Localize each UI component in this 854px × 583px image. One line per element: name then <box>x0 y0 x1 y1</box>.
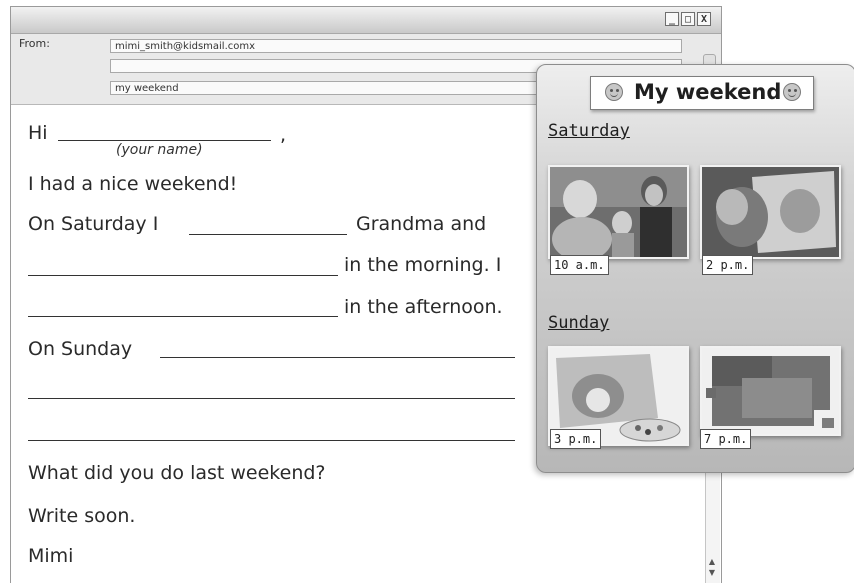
afternoon-suffix: in the afternoon. <box>344 296 503 318</box>
title-bar: _ □ X <box>11 7 721 34</box>
puzzle-photo-icon <box>702 348 839 434</box>
greeting-comma: , <box>280 124 287 146</box>
maximize-button[interactable]: □ <box>681 12 695 26</box>
from-label: From: <box>19 37 50 50</box>
photo-time-tag: 2 p.m. <box>702 255 754 275</box>
afternoon-blank[interactable] <box>28 316 338 317</box>
scroll-down-arrow[interactable]: ▼ <box>706 568 718 578</box>
question-line: What did you do last weekend? <box>28 462 326 484</box>
photo-time-tag: 7 p.m. <box>700 429 752 449</box>
morning-blank[interactable] <box>28 275 338 276</box>
family-photo[interactable] <box>548 165 689 259</box>
smiley-right-icon <box>783 83 801 101</box>
photo-time-tag: 3 p.m. <box>550 429 602 449</box>
album-photo-icon <box>702 167 839 257</box>
greeting: Hi <box>28 122 48 144</box>
scroll-up-arrow[interactable]: ▲ <box>706 557 718 567</box>
panel-title-box: My weekend <box>590 76 814 110</box>
letter-line-1: I had a nice weekend! <box>28 173 238 195</box>
name-blank[interactable] <box>58 140 271 141</box>
name-hint: (your name) <box>116 142 203 158</box>
saturday-prefix: On Saturday I <box>28 213 159 235</box>
sunday-blank-1[interactable] <box>160 357 515 358</box>
closing-line: Write soon. <box>28 505 136 527</box>
panel-title: My weekend <box>634 80 782 104</box>
saturday-suffix: Grandma and <box>356 213 487 235</box>
family-photo-icon <box>550 167 687 257</box>
from-field[interactable]: mimi_smith@kidsmail.comx <box>110 39 682 53</box>
sunday-prefix: On Sunday <box>28 338 133 360</box>
close-button[interactable]: X <box>697 12 711 26</box>
sunday-label: Sunday <box>548 313 610 333</box>
saturday-blank[interactable] <box>189 234 347 235</box>
album-photo[interactable] <box>700 165 841 259</box>
sunday-blank-2[interactable] <box>28 398 515 399</box>
saturday-label: Saturday <box>548 121 630 141</box>
sunday-blank-3[interactable] <box>28 440 515 441</box>
minimize-button[interactable]: _ <box>665 12 679 26</box>
puzzle-photo[interactable] <box>700 346 841 436</box>
signature: Mimi <box>28 545 74 567</box>
morning-suffix: in the morning. I <box>344 254 502 276</box>
smiley-left-icon <box>605 83 623 101</box>
photo-time-tag: 10 a.m. <box>550 255 609 275</box>
